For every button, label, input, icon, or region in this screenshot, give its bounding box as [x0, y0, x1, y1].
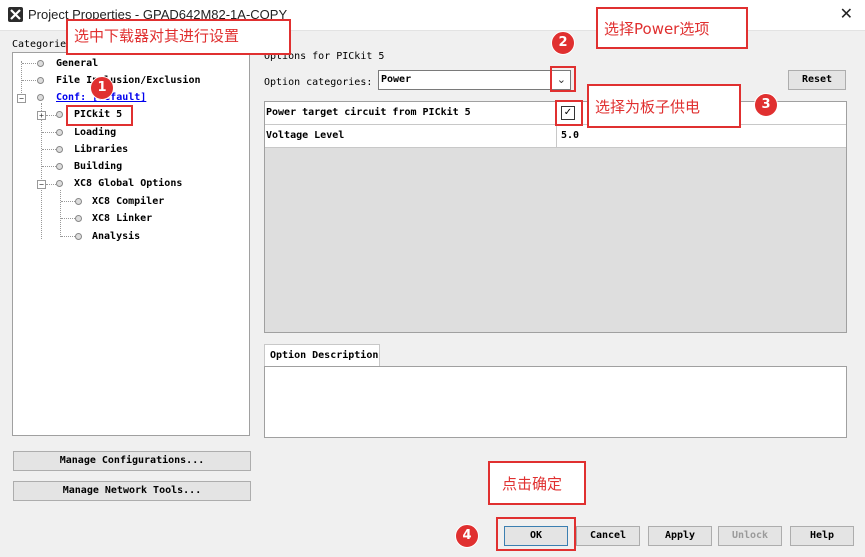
reset-button[interactable]: Reset — [788, 70, 846, 90]
apply-button[interactable]: Apply — [648, 526, 712, 546]
manage-network-tools-button[interactable]: Manage Network Tools... — [13, 481, 251, 501]
annotation-step4-callout: 点击确定 — [488, 461, 586, 505]
annotation-step2-marker: 2 — [551, 31, 575, 55]
cancel-button[interactable]: Cancel — [576, 526, 640, 546]
annotation-step1-callout: 选中下载器对其进行设置 — [66, 19, 291, 55]
tree-item-general[interactable]: General — [56, 58, 98, 69]
tree-item-xc8-compiler[interactable]: XC8 Compiler — [92, 196, 164, 207]
voltage-level-value[interactable]: 5.0 — [561, 130, 579, 141]
option-description-area — [264, 366, 847, 438]
close-icon[interactable]: ✕ — [840, 4, 853, 23]
option-name: Voltage Level — [266, 130, 345, 141]
collapse-icon[interactable]: − — [17, 94, 26, 103]
annotation-step2-callout: 选择Power选项 — [596, 7, 748, 49]
tree-node-icon — [75, 233, 82, 240]
options-grid: Power target circuit from PICkit 5 ✓ Vol… — [264, 101, 847, 333]
tree-item-loading[interactable]: Loading — [74, 127, 116, 138]
app-logo-icon — [8, 7, 23, 22]
highlight-power-checkbox — [555, 100, 583, 126]
tree-node-icon — [37, 77, 44, 84]
tree-node-icon — [56, 163, 63, 170]
annotation-step3-marker: 3 — [754, 93, 778, 117]
collapse-icon[interactable]: − — [37, 180, 46, 189]
manage-configurations-button[interactable]: Manage Configurations... — [13, 451, 251, 471]
tree-node-icon — [56, 111, 63, 118]
tree-node-icon — [37, 60, 44, 67]
tree-node-icon — [56, 180, 63, 187]
option-categories-select[interactable]: Power ⌄ — [378, 70, 571, 90]
tab-option-description-label: Option Description — [270, 350, 379, 361]
tree-node-icon — [56, 146, 63, 153]
option-categories-value: Power — [381, 74, 412, 85]
tree-item-file-inclusion[interactable]: File Inclusion/Exclusion — [56, 75, 201, 86]
highlight-ok-button — [496, 517, 576, 551]
tree-node-icon — [75, 215, 82, 222]
annotation-step1-marker: 1 — [90, 76, 114, 100]
tree-item-libraries[interactable]: Libraries — [74, 144, 128, 155]
unlock-button: Unlock — [718, 526, 782, 546]
tree-node-icon — [75, 198, 82, 205]
help-button[interactable]: Help — [790, 526, 854, 546]
tab-option-description[interactable]: Option Description — [264, 344, 380, 366]
tree-item-xc8-global[interactable]: XC8 Global Options — [74, 178, 182, 189]
tree-item-analysis[interactable]: Analysis — [92, 231, 140, 242]
option-row: Voltage Level 5.0 — [265, 125, 846, 148]
option-categories-label: Option categories: — [264, 77, 373, 88]
expand-icon[interactable]: + — [37, 111, 46, 120]
highlight-category-dropdown — [550, 66, 576, 92]
highlight-pickit — [66, 105, 133, 126]
tree-item-building[interactable]: Building — [74, 161, 122, 172]
annotation-step4-marker: 4 — [455, 524, 479, 548]
option-name: Power target circuit from PICkit 5 — [266, 107, 471, 118]
tree-node-icon — [56, 129, 63, 136]
tree-node-icon — [37, 94, 44, 101]
annotation-step3-callout: 选择为板子供电 — [587, 84, 741, 128]
tree-item-xc8-linker[interactable]: XC8 Linker — [92, 213, 152, 224]
